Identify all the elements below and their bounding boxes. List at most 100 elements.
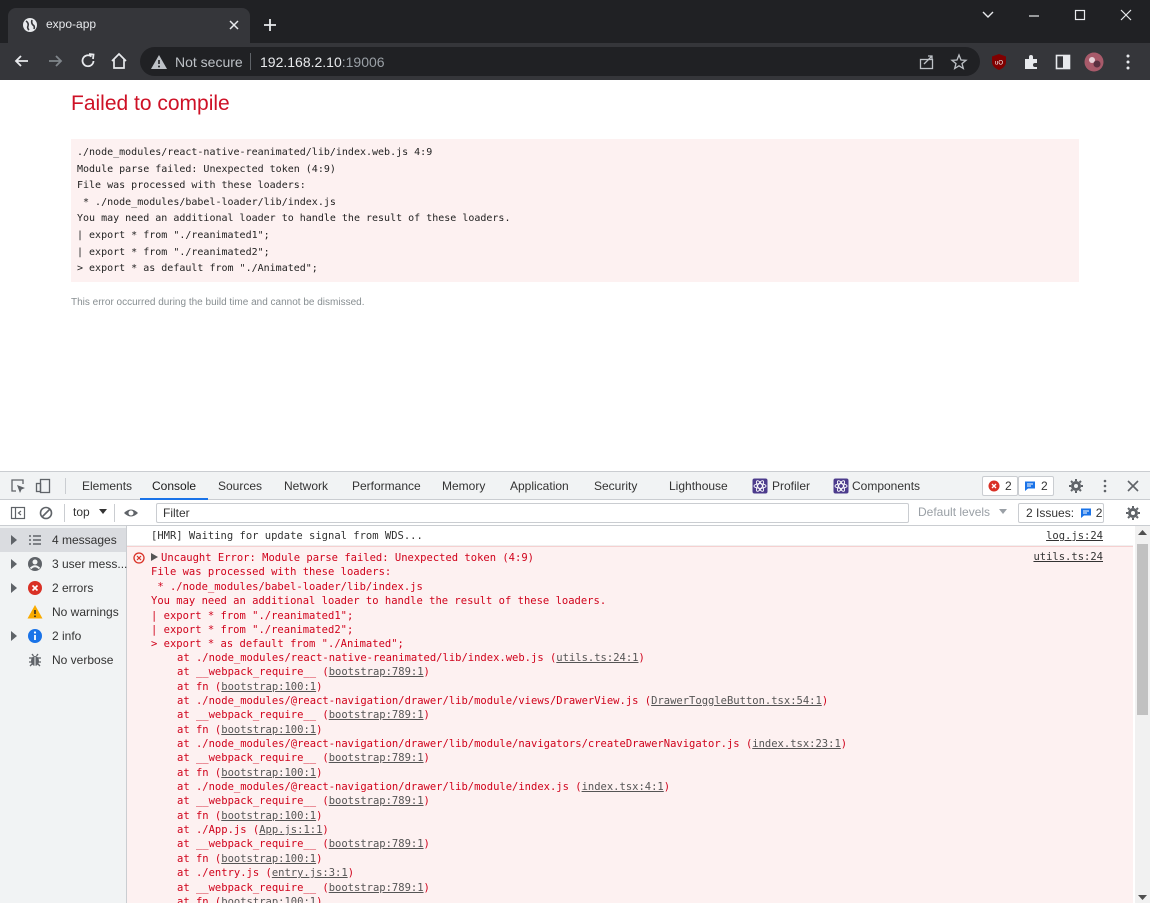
- stack-frame: at ./node_modules/@react-navigation/draw…: [177, 780, 847, 794]
- maximize-icon[interactable]: [1068, 6, 1092, 24]
- sidebar-item-info[interactable]: 2 info: [0, 624, 126, 648]
- stack-frame-link[interactable]: bootstrap:100:1: [221, 853, 316, 865]
- sidebar-item-errors[interactable]: 2 errors: [0, 576, 126, 600]
- tab-performance[interactable]: Performance: [352, 472, 421, 500]
- tab-security[interactable]: Security: [594, 472, 637, 500]
- console-settings-gear-icon[interactable]: [1125, 505, 1141, 521]
- stack-frame-link[interactable]: bootstrap:100:1: [221, 681, 316, 693]
- tab-memory[interactable]: Memory: [442, 472, 485, 500]
- tab-application[interactable]: Application: [510, 472, 569, 500]
- stack-frame-close-paren: ): [316, 895, 323, 903]
- scroll-thumb[interactable]: [1137, 544, 1148, 715]
- stack-frame-text: at __webpack_require__ (: [177, 666, 329, 679]
- stack-frame-link[interactable]: bootstrap:100:1: [221, 767, 316, 779]
- stack-frame-link[interactable]: bootstrap:789:1: [329, 752, 424, 764]
- sidebar-item-user-messages[interactable]: 3 user mess...: [0, 552, 127, 576]
- warning-triangle-icon[interactable]: [150, 53, 168, 71]
- expand-triangle-icon[interactable]: [151, 553, 158, 561]
- stack-frame-text: at fn (: [177, 809, 222, 822]
- stack-frame-link[interactable]: bootstrap:789:1: [329, 666, 424, 678]
- stack-frame-close-paren: ): [423, 838, 430, 851]
- close-window-icon[interactable]: [1114, 6, 1138, 24]
- url-text[interactable]: 192.168.2.10:19006: [260, 54, 385, 70]
- stack-frame-link[interactable]: bootstrap:789:1: [329, 709, 424, 721]
- settings-gear-icon[interactable]: [1068, 478, 1084, 494]
- error-header-row[interactable]: Uncaught Error: Module parse failed: Une…: [151, 551, 606, 565]
- bookmark-star-icon[interactable]: [950, 53, 968, 71]
- stack-frame-close-paren: ): [821, 695, 829, 708]
- sidebar-item-verbose[interactable]: No verbose: [0, 648, 126, 672]
- stack-frame-link[interactable]: bootstrap:789:1: [329, 882, 424, 894]
- sidebar-toggle-icon[interactable]: [10, 505, 26, 521]
- ublock-shield-icon[interactable]: uO: [989, 52, 1009, 72]
- hmr-source-link[interactable]: log.js:24: [1046, 530, 1103, 542]
- error-source-link[interactable]: utils.ts:24: [1033, 551, 1103, 563]
- error-count-badge[interactable]: 2: [982, 476, 1018, 496]
- stack-frame-text: at __webpack_require__ (: [177, 881, 329, 894]
- devtools-panel: Elements Console Sources Network Perform…: [0, 471, 1150, 903]
- tab-profiler[interactable]: Profiler: [772, 472, 810, 500]
- tab-close-icon[interactable]: [226, 17, 242, 33]
- stack-frame-link[interactable]: bootstrap:100:1: [221, 724, 316, 736]
- stack-frame-link[interactable]: DrawerToggleButton.tsx:54:1: [651, 695, 822, 707]
- sidebar-item-messages[interactable]: 4 messages: [0, 528, 126, 552]
- close-devtools-icon[interactable]: [1125, 478, 1141, 494]
- stack-frame-link[interactable]: index.tsx:4:1: [582, 781, 664, 793]
- forward-arrow-icon[interactable]: [45, 51, 65, 71]
- stack-frame-link[interactable]: utils.ts:24:1: [556, 652, 638, 664]
- tab-console[interactable]: Console: [140, 472, 209, 500]
- filter-input[interactable]: Filter: [156, 503, 909, 523]
- sidebar-item-warnings[interactable]: No warnings: [0, 600, 126, 624]
- browser-tab[interactable]: expo-app: [8, 8, 250, 43]
- stack-frame-link[interactable]: bootstrap:100:1: [221, 810, 316, 822]
- stack-frame-link[interactable]: bootstrap:789:1: [329, 838, 424, 850]
- issues-button[interactable]: 2 Issues: 2: [1018, 503, 1104, 523]
- stack-frame: at fn (bootstrap:100:1): [177, 680, 847, 694]
- minimize-icon[interactable]: [1022, 6, 1046, 24]
- device-toolbar-icon[interactable]: [35, 478, 51, 494]
- clear-console-icon[interactable]: [38, 505, 54, 521]
- not-secure-label[interactable]: Not secure: [175, 54, 243, 70]
- tab-search-chevron-icon[interactable]: [976, 6, 1000, 24]
- stack-frame-text: at ./App.js (: [177, 824, 260, 837]
- sidebar-label: 2 errors: [52, 581, 94, 595]
- stack-frame-close-paren: ): [347, 867, 355, 880]
- back-arrow-icon[interactable]: [12, 51, 32, 71]
- compile-error-text: ./node_modules/react-native-reanimated/l…: [77, 147, 511, 275]
- browser-menu-icon[interactable]: [1118, 52, 1138, 72]
- stack-frame-link[interactable]: entry.js:3:1: [272, 867, 348, 879]
- share-icon[interactable]: [918, 53, 936, 71]
- log-levels-dropdown[interactable]: Default levels: [918, 505, 1008, 519]
- stack-frame: at fn (bootstrap:100:1): [177, 895, 847, 903]
- console-scrollbar[interactable]: [1135, 526, 1150, 903]
- stack-frame-close-paren: ): [638, 652, 645, 664]
- tab-components[interactable]: Components: [852, 472, 920, 500]
- address-bar[interactable]: Not secure 192.168.2.10:19006: [140, 47, 980, 76]
- info-icon: [28, 629, 42, 643]
- stack-frame-link[interactable]: App.js:1:1: [259, 824, 322, 836]
- inspect-element-icon[interactable]: [10, 478, 26, 494]
- more-options-icon[interactable]: [1097, 478, 1113, 494]
- sidebar-label: 4 messages: [52, 533, 117, 547]
- globe-icon: [23, 18, 37, 32]
- tab-sources[interactable]: Sources: [218, 472, 262, 500]
- stack-frame-link[interactable]: bootstrap:100:1: [221, 896, 316, 903]
- home-icon[interactable]: [109, 51, 129, 71]
- live-expression-eye-icon[interactable]: [123, 505, 139, 521]
- reload-icon[interactable]: [78, 51, 98, 71]
- tab-elements[interactable]: Elements: [82, 472, 132, 500]
- info-count-badge[interactable]: 2: [1018, 476, 1054, 496]
- side-panel-icon[interactable]: [1053, 52, 1073, 72]
- stack-frame-link[interactable]: index.tsx:23:1: [752, 738, 841, 750]
- profile-avatar-icon[interactable]: [1084, 52, 1104, 72]
- tab-network[interactable]: Network: [284, 472, 328, 500]
- stack-frame-close-paren: ): [316, 680, 323, 693]
- extensions-puzzle-icon[interactable]: [1021, 52, 1041, 72]
- new-tab-plus-icon[interactable]: [262, 17, 278, 33]
- context-selector[interactable]: top: [73, 505, 108, 519]
- tab-lighthouse[interactable]: Lighthouse: [669, 472, 728, 500]
- stack-frame-text: at fn (: [177, 680, 222, 693]
- scroll-up-arrow-icon[interactable]: [1138, 529, 1147, 536]
- scroll-down-arrow-icon[interactable]: [1138, 894, 1147, 901]
- stack-frame-link[interactable]: bootstrap:789:1: [329, 795, 424, 807]
